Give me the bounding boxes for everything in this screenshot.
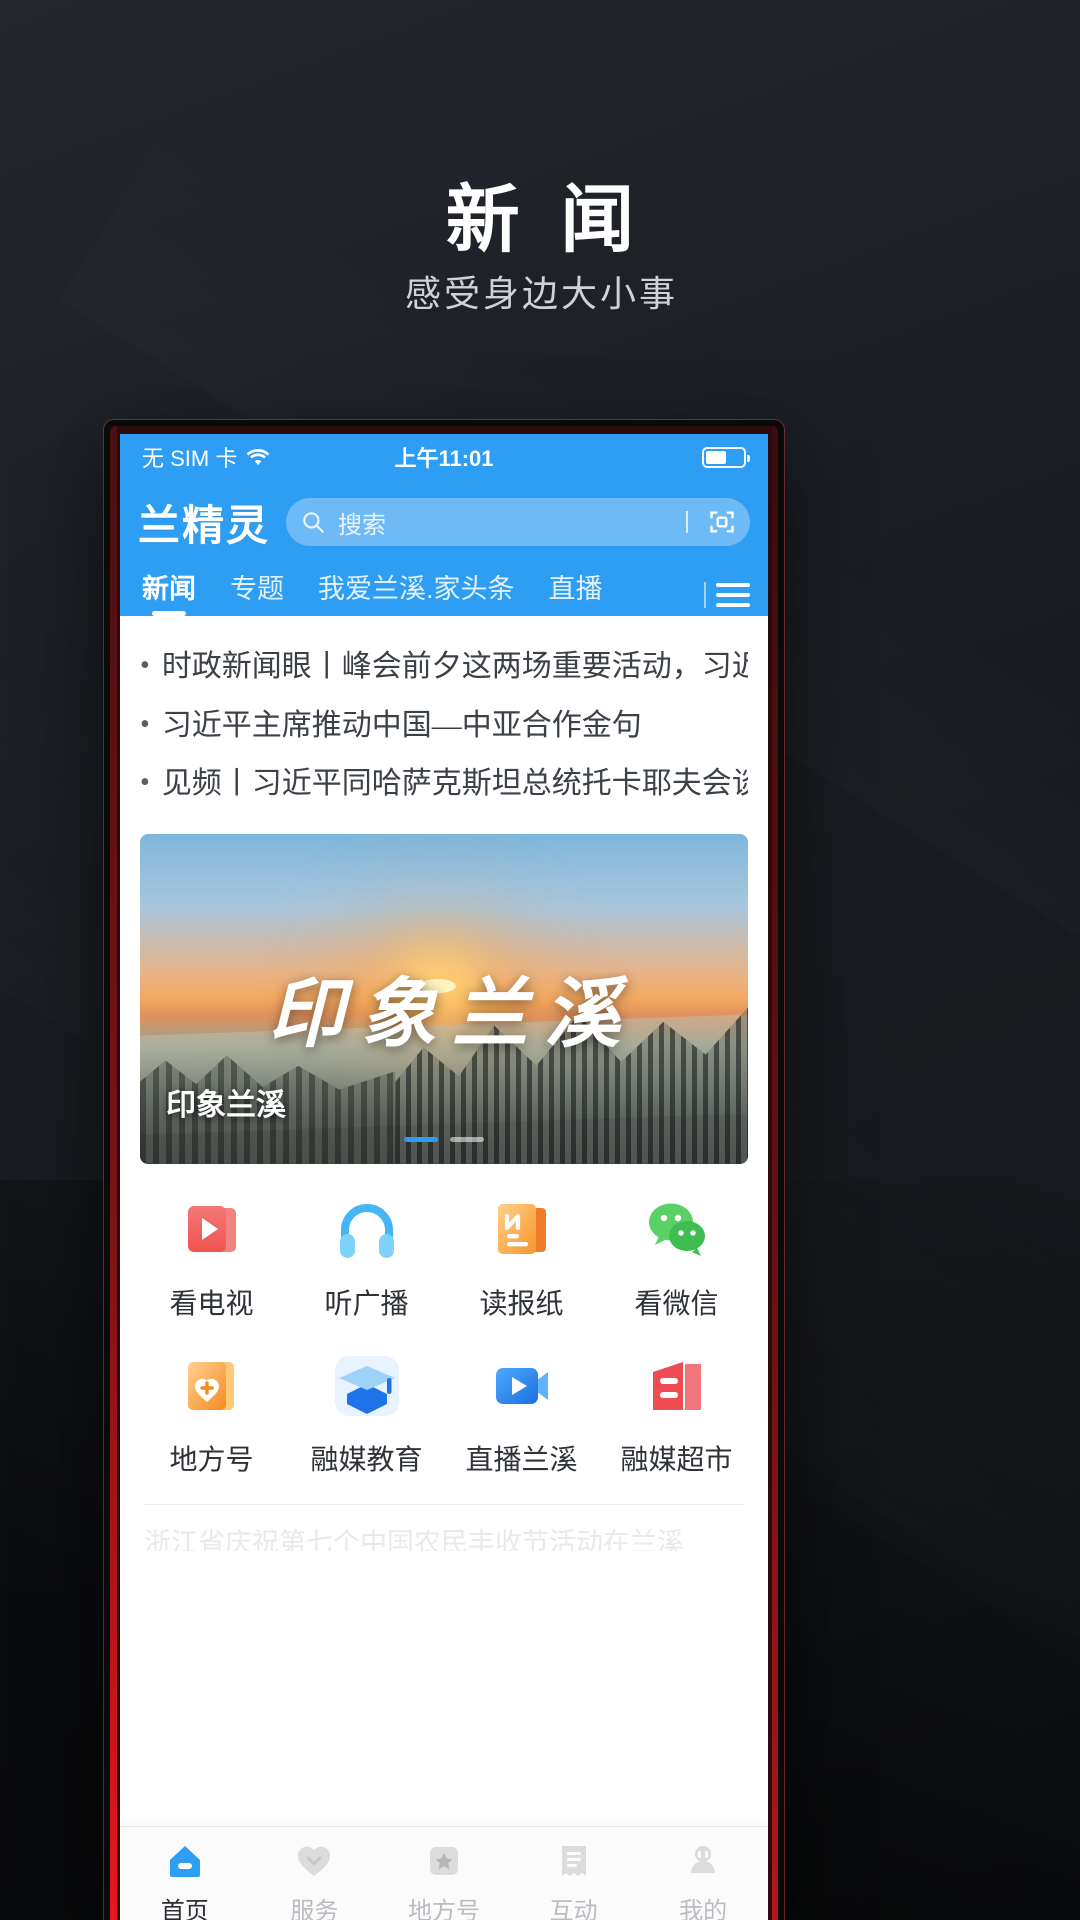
video-camera-icon bbox=[486, 1350, 558, 1422]
shortcut-label: 融媒超市 bbox=[620, 1444, 733, 1476]
list-item[interactable]: • 时政新闻眼丨峰会前夕这两场重要活动，习近平 bbox=[140, 638, 748, 697]
graduation-cap-icon bbox=[331, 1350, 403, 1422]
receipt-icon bbox=[552, 1839, 596, 1883]
nav-label: 我的 bbox=[679, 1899, 728, 1920]
wechat-icon bbox=[641, 1194, 713, 1266]
news-headline-text: 见频丨习近平同哈萨克斯坦总统托卡耶夫会谈 bbox=[161, 767, 748, 800]
shortcut-label: 融媒教育 bbox=[310, 1444, 423, 1476]
phone-bezel: 无 SIM 卡 上午11:01 兰精灵 搜索 新闻 专题 我爱兰溪.家头条 直播… bbox=[110, 426, 778, 1920]
search-divider bbox=[686, 511, 688, 533]
phone-mockup: 无 SIM 卡 上午11:01 兰精灵 搜索 新闻 专题 我爱兰溪.家头条 直播… bbox=[104, 420, 784, 1920]
home-icon bbox=[163, 1839, 207, 1883]
shortcut-live-lanxi[interactable]: 直播兰溪 bbox=[444, 1350, 599, 1478]
headphones-icon bbox=[331, 1194, 403, 1266]
news-headline-text: 习近平主席推动中国—中亚合作金句 bbox=[161, 708, 642, 742]
shortcut-label: 地方号 bbox=[169, 1444, 254, 1476]
banner-carousel[interactable]: 印象兰溪 印象兰溪 bbox=[120, 828, 768, 1164]
carousel-indicators bbox=[404, 1136, 484, 1142]
phone-right-accent bbox=[772, 426, 778, 1920]
shortcut-label: 看电视 bbox=[169, 1288, 254, 1320]
newspaper-icon bbox=[486, 1194, 558, 1266]
shortcut-wechat[interactable]: 看微信 bbox=[599, 1194, 754, 1322]
banner-calligraphy-text: 印象兰溪 bbox=[268, 973, 636, 1058]
carousel-dot[interactable] bbox=[450, 1136, 484, 1142]
phone-screen: 无 SIM 卡 上午11:01 兰精灵 搜索 新闻 专题 我爱兰溪.家头条 直播… bbox=[120, 434, 768, 1920]
phone-left-accent bbox=[110, 426, 117, 1920]
bullet-icon: • bbox=[140, 708, 150, 740]
app-header: 兰精灵 搜索 新闻 专题 我爱兰溪.家头条 直播 bbox=[120, 480, 768, 616]
battery-fill bbox=[706, 450, 726, 464]
heart-icon bbox=[292, 1839, 336, 1883]
status-bar-time: 上午11:01 bbox=[394, 446, 494, 471]
shortcut-grid: 看电视 听广播 读报纸 看微信 地方号 融媒教育 直播兰溪 融媒超市 bbox=[120, 1164, 768, 1478]
carousel-dot[interactable] bbox=[404, 1136, 438, 1142]
tab-topics[interactable]: 专题 bbox=[230, 567, 284, 616]
nav-item-home[interactable]: 首页 bbox=[120, 1839, 250, 1920]
shortcut-media-education[interactable]: 融媒教育 bbox=[289, 1350, 444, 1478]
promo-subtitle: 感受身边大小事 bbox=[404, 273, 678, 314]
app-logo: 兰精灵 bbox=[138, 501, 271, 549]
tabs-overflow[interactable] bbox=[704, 582, 750, 608]
list-item[interactable]: • 习近平主席推动中国—中亚合作金句 bbox=[140, 697, 748, 756]
shortcut-local-account[interactable]: 地方号 bbox=[134, 1350, 289, 1478]
search-icon bbox=[300, 509, 326, 535]
shortcut-label: 读报纸 bbox=[479, 1288, 564, 1320]
scan-qr-icon[interactable] bbox=[708, 508, 736, 536]
battery-icon bbox=[702, 446, 750, 468]
status-bar: 无 SIM 卡 上午11:01 bbox=[120, 434, 768, 480]
nav-item-local-account[interactable]: 地方号 bbox=[379, 1839, 509, 1920]
news-headline-text: 时政新闻眼丨峰会前夕这两场重要活动，习近平 bbox=[161, 650, 748, 683]
list-item[interactable]: • 见频丨习近平同哈萨克斯坦总统托卡耶夫会谈 bbox=[140, 755, 748, 814]
nav-label: 首页 bbox=[160, 1899, 209, 1920]
tab-live[interactable]: 直播 bbox=[549, 567, 603, 616]
nav-item-interaction[interactable]: 互动 bbox=[509, 1839, 639, 1920]
promo-screenshot: 新 闻 感受身边大小事 无 SIM 卡 上午11:01 兰精灵 搜索 新闻 专题… bbox=[0, 0, 1080, 1920]
heart-folder-icon bbox=[176, 1350, 248, 1422]
shortcut-listen-radio[interactable]: 听广播 bbox=[289, 1194, 444, 1322]
category-tabs: 新闻 专题 我爱兰溪.家头条 直播 bbox=[138, 554, 750, 616]
shortcut-label: 看微信 bbox=[634, 1288, 719, 1320]
section-divider bbox=[144, 1503, 744, 1505]
star-square-icon bbox=[422, 1839, 466, 1883]
tab-fade-divider bbox=[704, 582, 706, 608]
nav-label: 服务 bbox=[290, 1899, 339, 1920]
bullet-icon: • bbox=[140, 767, 150, 798]
banner-slide[interactable]: 印象兰溪 印象兰溪 bbox=[140, 833, 748, 1164]
hamburger-menu-icon[interactable] bbox=[716, 583, 750, 607]
nav-label: 地方号 bbox=[407, 1899, 480, 1920]
section-teaser[interactable]: 浙江省庆祝第七个中国农民丰收节活动在兰溪 bbox=[144, 1521, 744, 1551]
nav-item-services[interactable]: 服务 bbox=[250, 1839, 380, 1920]
nav-item-profile[interactable]: 我的 bbox=[638, 1839, 768, 1920]
bullet-icon: • bbox=[140, 650, 150, 681]
app-header-top-row: 兰精灵 搜索 bbox=[138, 490, 750, 554]
carrier-label: 无 SIM 卡 bbox=[142, 446, 238, 471]
shortcut-read-newspaper[interactable]: 读报纸 bbox=[444, 1194, 599, 1322]
store-icon bbox=[641, 1350, 713, 1422]
search-input[interactable]: 搜索 bbox=[286, 498, 750, 546]
shortcut-label: 听广播 bbox=[324, 1288, 409, 1320]
person-icon bbox=[681, 1839, 725, 1883]
nav-label: 互动 bbox=[549, 1899, 598, 1920]
shortcut-media-market[interactable]: 融媒超市 bbox=[599, 1350, 754, 1478]
shortcut-label: 直播兰溪 bbox=[465, 1444, 578, 1476]
news-headline-list: • 时政新闻眼丨峰会前夕这两场重要活动，习近平 • 习近平主席推动中国—中亚合作… bbox=[120, 616, 768, 828]
wifi-icon bbox=[245, 447, 271, 467]
bottom-nav: 首页 服务 地方号 互动 我的 bbox=[120, 1826, 768, 1920]
shortcut-watch-tv[interactable]: 看电视 bbox=[134, 1194, 289, 1322]
status-bar-left: 无 SIM 卡 bbox=[142, 441, 394, 473]
banner-caption: 印象兰溪 bbox=[166, 1088, 286, 1122]
promo-title: 新 闻 bbox=[445, 178, 645, 261]
search-placeholder: 搜索 bbox=[338, 511, 387, 539]
tab-news[interactable]: 新闻 bbox=[142, 567, 196, 616]
tv-play-icon bbox=[176, 1194, 248, 1266]
tab-lanxi-headline[interactable]: 我爱兰溪.家头条 bbox=[318, 567, 515, 616]
status-bar-right bbox=[494, 446, 750, 468]
